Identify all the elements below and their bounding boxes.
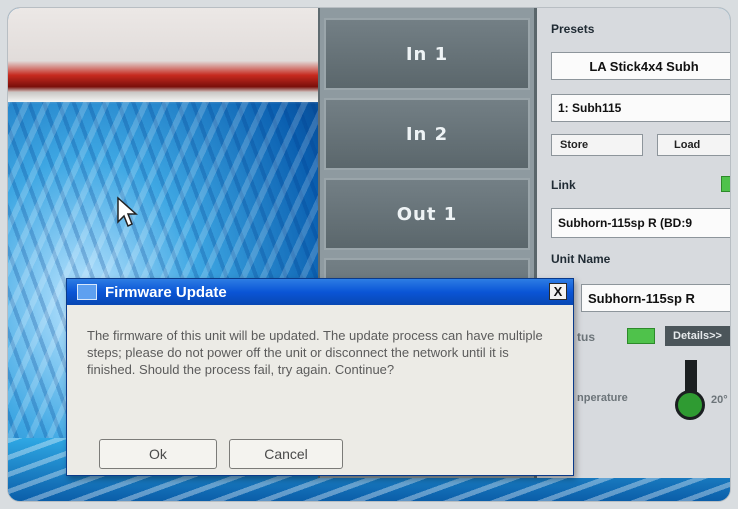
dialog-titlebar[interactable]: Firmware Update X xyxy=(67,279,573,305)
channel-in-2-button[interactable]: In 2 xyxy=(324,98,530,170)
thermometer-bulb-icon xyxy=(675,390,705,420)
channel-in-1-button[interactable]: In 1 xyxy=(324,18,530,90)
firmware-update-dialog: Firmware Update X The firmware of this u… xyxy=(66,278,574,476)
cancel-button[interactable]: Cancel xyxy=(229,439,343,469)
close-button[interactable]: X xyxy=(549,283,567,300)
unit-name-label: Unit Name xyxy=(551,252,611,266)
temperature-value: 20° xyxy=(711,394,728,406)
details-button[interactable]: Details>> xyxy=(665,326,730,346)
link-led xyxy=(721,176,730,192)
unit-name-field[interactable]: Subhorn-115sp R xyxy=(581,284,730,312)
channel-out-1-button[interactable]: Out 1 xyxy=(324,178,530,250)
dialog-message: The firmware of this unit will be update… xyxy=(87,328,543,377)
link-label: Link xyxy=(551,178,576,192)
temperature-label: nperature xyxy=(577,392,628,404)
screen-photo: In 1 In 2 Out 1 Presets LA Stick4x4 Subh… xyxy=(8,8,730,501)
dialog-title: Firmware Update xyxy=(105,283,227,301)
status-label: tus xyxy=(577,330,595,344)
store-button[interactable]: Store xyxy=(551,134,643,156)
window-icon xyxy=(77,284,97,300)
preset-select[interactable]: 1: Subh115 xyxy=(551,94,730,122)
presets-label: Presets xyxy=(551,22,595,36)
status-led xyxy=(627,328,655,344)
link-device-select[interactable]: Subhorn-115sp R (BD:9 xyxy=(551,208,730,238)
preset-group-field[interactable]: LA Stick4x4 Subh xyxy=(551,52,730,80)
wallpaper-red-band xyxy=(8,8,318,104)
mouse-cursor-icon xyxy=(117,196,138,228)
ok-button[interactable]: Ok xyxy=(99,439,217,469)
load-button[interactable]: Load xyxy=(657,134,730,156)
